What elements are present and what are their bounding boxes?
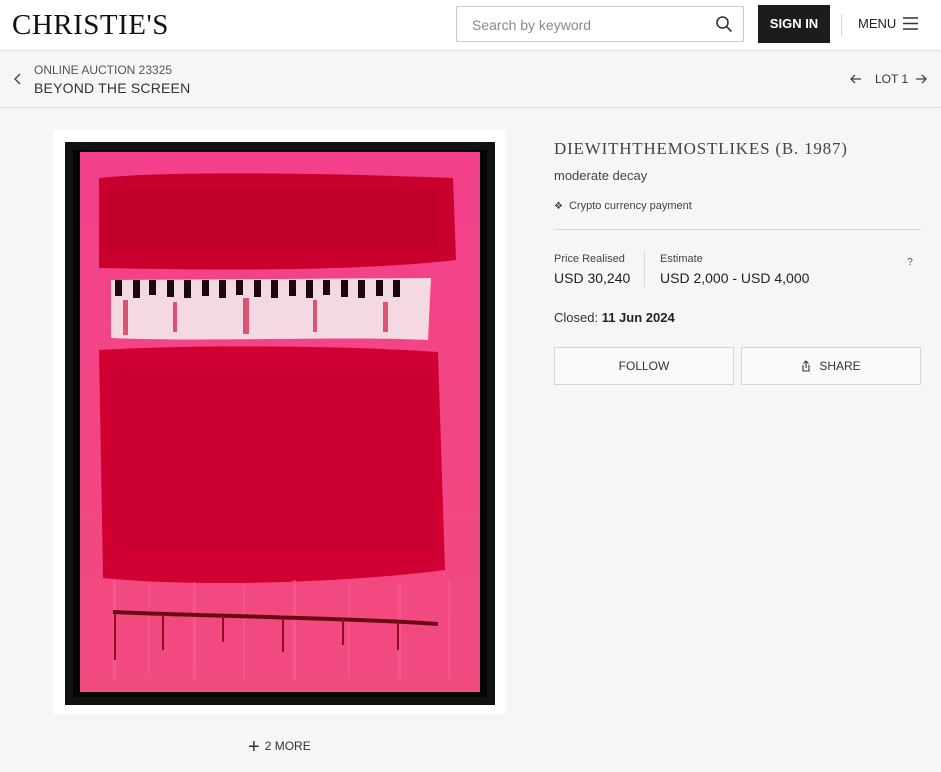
more-images-label: 2 MORE <box>264 739 311 753</box>
crypto-label: Crypto currency payment <box>568 200 692 212</box>
share-button[interactable]: SHARE <box>741 347 921 385</box>
hamburger-menu-icon[interactable] <box>903 17 918 30</box>
back-chevron-icon[interactable] <box>12 72 24 86</box>
search-placeholder: Search by keyword <box>472 17 592 33</box>
closed-date: Closed: 11 Jun 2024 <box>554 310 675 325</box>
more-images-button[interactable]: +2 MORE <box>248 736 311 758</box>
previous-lot-arrow-icon[interactable] <box>850 73 862 85</box>
estimate-value: USD 2,000 - USD 4,000 <box>660 270 810 286</box>
auction-breadcrumb-bar: ONLINE AUCTION 23325 BEYOND THE SCREEN L… <box>0 52 941 108</box>
closed-date-value: 11 Jun 2024 <box>601 310 675 325</box>
crypto-icon: ❖ <box>554 201 563 212</box>
sign-in-button[interactable]: SIGN IN <box>758 5 830 43</box>
estimate-label: Estimate <box>660 253 703 265</box>
lot-image[interactable] <box>53 130 506 714</box>
follow-button[interactable]: FOLLOW <box>554 347 734 385</box>
price-realised-value: USD 30,240 <box>554 270 631 286</box>
search-icon[interactable] <box>715 15 733 33</box>
details-divider <box>554 229 921 230</box>
christies-logo[interactable]: CHRISTIE'S <box>12 9 169 42</box>
painting-image <box>65 142 495 705</box>
search-input[interactable]: Search by keyword <box>456 6 744 42</box>
share-label: SHARE <box>819 359 861 373</box>
price-divider <box>644 251 645 287</box>
auction-title[interactable]: BEYOND THE SCREEN <box>34 80 190 96</box>
help-icon[interactable]: ? <box>903 256 917 270</box>
next-lot-arrow-icon[interactable] <box>915 73 927 85</box>
artist-name[interactable]: DIEWITHTHEMOSTLIKES (B. 1987) <box>554 139 848 159</box>
crypto-payment-note: ❖ Crypto currency payment <box>554 200 692 212</box>
header-divider <box>841 14 842 36</box>
lot-number: LOT 1 <box>875 72 909 86</box>
price-realised-label: Price Realised <box>554 253 625 265</box>
closed-label: Closed: <box>554 310 599 325</box>
menu-button[interactable]: MENU <box>858 16 896 31</box>
share-icon <box>802 360 810 372</box>
top-navigation-bar: CHRISTIE'S Search by keyword SIGN IN MEN… <box>0 0 941 51</box>
plus-icon: + <box>248 736 260 758</box>
artwork-title: moderate decay <box>554 168 648 183</box>
auction-number[interactable]: ONLINE AUCTION 23325 <box>34 63 172 77</box>
